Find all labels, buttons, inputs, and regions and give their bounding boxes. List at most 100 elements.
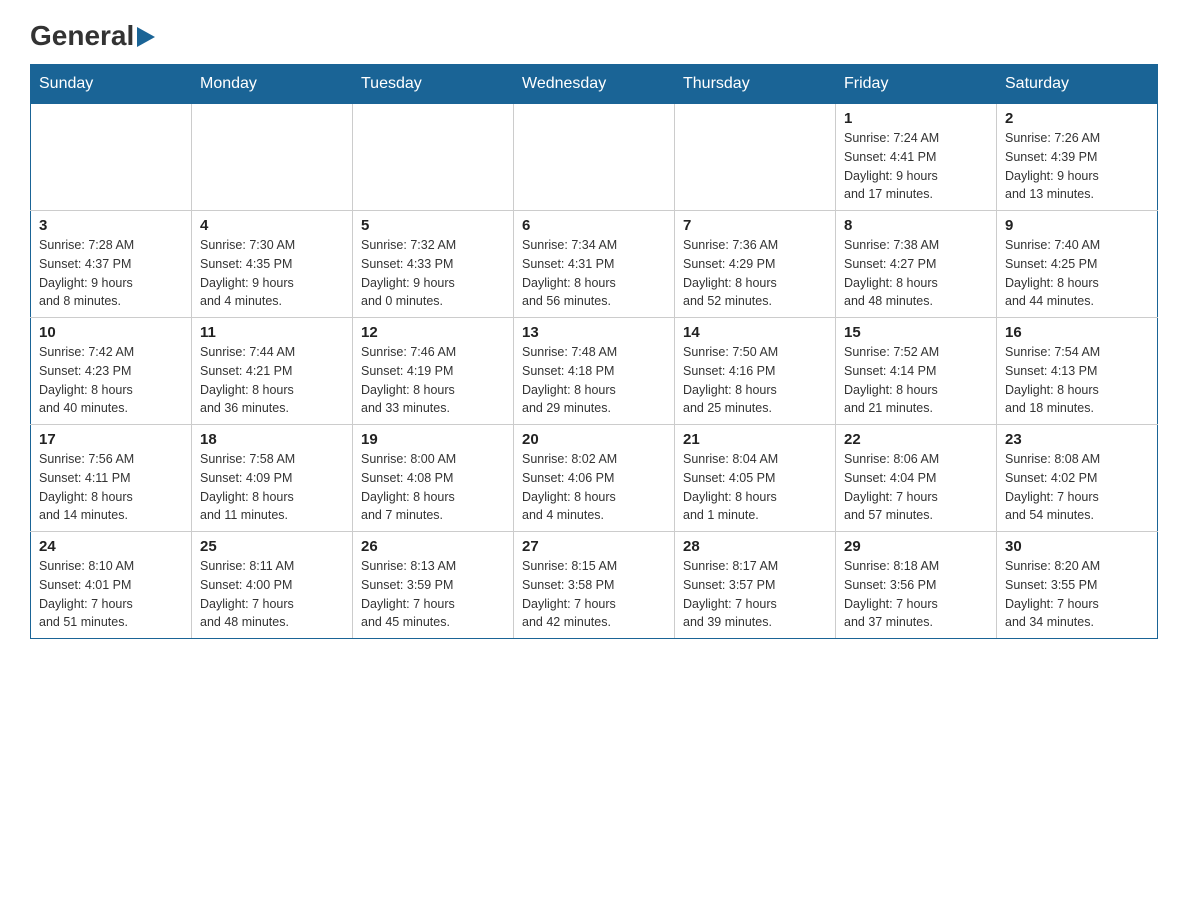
day-number: 15 bbox=[844, 324, 988, 341]
day-number: 25 bbox=[200, 538, 344, 555]
calendar-cell: 22 Sunrise: 8:06 AM Sunset: 4:04 PM Dayli… bbox=[836, 425, 997, 532]
day-info: Sunrise: 8:13 AM Sunset: 3:59 PM Dayligh… bbox=[361, 557, 505, 632]
calendar-cell: 15Sunrise: 7:52 AM Sunset: 4:14 PM Dayli… bbox=[836, 318, 997, 425]
day-number: 21 bbox=[683, 431, 827, 448]
calendar-cell: 19 Sunrise: 8:00 AM Sunset: 4:08 PM Dayli… bbox=[353, 425, 514, 532]
calendar-cell: 13 Sunrise: 7:48 AM Sunset: 4:18 PM Dayli… bbox=[514, 318, 675, 425]
calendar-cell: 10Sunrise: 7:42 AM Sunset: 4:23 PM Dayli… bbox=[31, 318, 192, 425]
day-info: Sunrise: 8:10 AM Sunset: 4:01 PM Dayligh… bbox=[39, 557, 183, 632]
calendar-cell: 24 Sunrise: 8:10 AM Sunset: 4:01 PM Dayli… bbox=[31, 532, 192, 639]
day-info: Sunrise: 7:58 AM Sunset: 4:09 PM Dayligh… bbox=[200, 450, 344, 525]
day-info: Sunrise: 7:50 AM Sunset: 4:16 PM Dayligh… bbox=[683, 343, 827, 418]
calendar-cell: 29 Sunrise: 8:18 AM Sunset: 3:56 PM Dayli… bbox=[836, 532, 997, 639]
calendar-cell bbox=[353, 104, 514, 211]
day-info: Sunrise: 7:48 AM Sunset: 4:18 PM Dayligh… bbox=[522, 343, 666, 418]
calendar-table: SundayMondayTuesdayWednesdayThursdayFrid… bbox=[30, 64, 1158, 639]
calendar-cell: 26 Sunrise: 8:13 AM Sunset: 3:59 PM Dayli… bbox=[353, 532, 514, 639]
day-number: 12 bbox=[361, 324, 505, 341]
calendar-cell: 9 Sunrise: 7:40 AM Sunset: 4:25 PM Daylig… bbox=[997, 211, 1158, 318]
calendar-cell: 1 Sunrise: 7:24 AM Sunset: 4:41 PM Daylig… bbox=[836, 104, 997, 211]
day-number: 23 bbox=[1005, 431, 1149, 448]
day-number: 30 bbox=[1005, 538, 1149, 555]
calendar-day-header: Wednesday bbox=[514, 65, 675, 104]
day-number: 13 bbox=[522, 324, 666, 341]
calendar-cell: 14 Sunrise: 7:50 AM Sunset: 4:16 PM Dayli… bbox=[675, 318, 836, 425]
calendar-week-row: 3 Sunrise: 7:28 AM Sunset: 4:37 PM Daylig… bbox=[31, 211, 1158, 318]
calendar-cell: 23 Sunrise: 8:08 AM Sunset: 4:02 PM Dayli… bbox=[997, 425, 1158, 532]
day-info: Sunrise: 8:06 AM Sunset: 4:04 PM Dayligh… bbox=[844, 450, 988, 525]
day-info: Sunrise: 7:28 AM Sunset: 4:37 PM Dayligh… bbox=[39, 236, 183, 311]
day-info: Sunrise: 8:18 AM Sunset: 3:56 PM Dayligh… bbox=[844, 557, 988, 632]
calendar-day-header: Friday bbox=[836, 65, 997, 104]
day-info: Sunrise: 7:26 AM Sunset: 4:39 PM Dayligh… bbox=[1005, 129, 1149, 204]
day-number: 3 bbox=[39, 217, 183, 234]
calendar-cell: 8 Sunrise: 7:38 AM Sunset: 4:27 PM Daylig… bbox=[836, 211, 997, 318]
calendar-cell: 11Sunrise: 7:44 AM Sunset: 4:21 PM Dayli… bbox=[192, 318, 353, 425]
day-info: Sunrise: 8:11 AM Sunset: 4:00 PM Dayligh… bbox=[200, 557, 344, 632]
day-number: 5 bbox=[361, 217, 505, 234]
calendar-cell: 21 Sunrise: 8:04 AM Sunset: 4:05 PM Dayli… bbox=[675, 425, 836, 532]
day-info: Sunrise: 8:04 AM Sunset: 4:05 PM Dayligh… bbox=[683, 450, 827, 525]
day-number: 17 bbox=[39, 431, 183, 448]
logo-arrow-icon bbox=[137, 27, 159, 47]
day-number: 27 bbox=[522, 538, 666, 555]
calendar-week-row: 1 Sunrise: 7:24 AM Sunset: 4:41 PM Daylig… bbox=[31, 104, 1158, 211]
day-number: 9 bbox=[1005, 217, 1149, 234]
day-number: 10 bbox=[39, 324, 183, 341]
calendar-day-header: Monday bbox=[192, 65, 353, 104]
day-number: 26 bbox=[361, 538, 505, 555]
calendar-week-row: 17Sunrise: 7:56 AM Sunset: 4:11 PM Dayli… bbox=[31, 425, 1158, 532]
page-header: General bbox=[30, 20, 1158, 44]
calendar-cell: 16 Sunrise: 7:54 AM Sunset: 4:13 PM Dayli… bbox=[997, 318, 1158, 425]
day-info: Sunrise: 8:08 AM Sunset: 4:02 PM Dayligh… bbox=[1005, 450, 1149, 525]
day-info: Sunrise: 7:36 AM Sunset: 4:29 PM Dayligh… bbox=[683, 236, 827, 311]
calendar-day-header: Tuesday bbox=[353, 65, 514, 104]
calendar-cell bbox=[31, 104, 192, 211]
calendar-cell: 12 Sunrise: 7:46 AM Sunset: 4:19 PM Dayli… bbox=[353, 318, 514, 425]
day-info: Sunrise: 7:46 AM Sunset: 4:19 PM Dayligh… bbox=[361, 343, 505, 418]
day-number: 8 bbox=[844, 217, 988, 234]
calendar-cell: 27 Sunrise: 8:15 AM Sunset: 3:58 PM Dayli… bbox=[514, 532, 675, 639]
day-number: 20 bbox=[522, 431, 666, 448]
calendar-day-header: Saturday bbox=[997, 65, 1158, 104]
day-number: 1 bbox=[844, 110, 988, 127]
day-number: 18 bbox=[200, 431, 344, 448]
calendar-day-header: Sunday bbox=[31, 65, 192, 104]
day-number: 28 bbox=[683, 538, 827, 555]
calendar-cell: 6Sunrise: 7:34 AM Sunset: 4:31 PM Daylig… bbox=[514, 211, 675, 318]
day-info: Sunrise: 8:20 AM Sunset: 3:55 PM Dayligh… bbox=[1005, 557, 1149, 632]
day-info: Sunrise: 8:15 AM Sunset: 3:58 PM Dayligh… bbox=[522, 557, 666, 632]
day-info: Sunrise: 7:32 AM Sunset: 4:33 PM Dayligh… bbox=[361, 236, 505, 311]
day-info: Sunrise: 8:17 AM Sunset: 3:57 PM Dayligh… bbox=[683, 557, 827, 632]
day-info: Sunrise: 7:54 AM Sunset: 4:13 PM Dayligh… bbox=[1005, 343, 1149, 418]
day-number: 11 bbox=[200, 324, 344, 341]
calendar-cell: 20 Sunrise: 8:02 AM Sunset: 4:06 PM Dayli… bbox=[514, 425, 675, 532]
calendar-cell: 18 Sunrise: 7:58 AM Sunset: 4:09 PM Dayli… bbox=[192, 425, 353, 532]
day-number: 14 bbox=[683, 324, 827, 341]
day-info: Sunrise: 7:38 AM Sunset: 4:27 PM Dayligh… bbox=[844, 236, 988, 311]
calendar-cell bbox=[514, 104, 675, 211]
calendar-cell bbox=[675, 104, 836, 211]
calendar-cell: 28 Sunrise: 8:17 AM Sunset: 3:57 PM Dayli… bbox=[675, 532, 836, 639]
calendar-week-row: 10Sunrise: 7:42 AM Sunset: 4:23 PM Dayli… bbox=[31, 318, 1158, 425]
day-number: 4 bbox=[200, 217, 344, 234]
day-info: Sunrise: 8:00 AM Sunset: 4:08 PM Dayligh… bbox=[361, 450, 505, 525]
day-number: 7 bbox=[683, 217, 827, 234]
day-number: 24 bbox=[39, 538, 183, 555]
day-number: 19 bbox=[361, 431, 505, 448]
day-number: 22 bbox=[844, 431, 988, 448]
day-number: 6 bbox=[522, 217, 666, 234]
logo: General bbox=[30, 20, 159, 44]
day-info: Sunrise: 8:02 AM Sunset: 4:06 PM Dayligh… bbox=[522, 450, 666, 525]
calendar-cell: 5 Sunrise: 7:32 AM Sunset: 4:33 PM Daylig… bbox=[353, 211, 514, 318]
day-number: 16 bbox=[1005, 324, 1149, 341]
calendar-week-row: 24 Sunrise: 8:10 AM Sunset: 4:01 PM Dayli… bbox=[31, 532, 1158, 639]
day-number: 29 bbox=[844, 538, 988, 555]
calendar-cell: 3 Sunrise: 7:28 AM Sunset: 4:37 PM Daylig… bbox=[31, 211, 192, 318]
calendar-cell: 30 Sunrise: 8:20 AM Sunset: 3:55 PM Dayli… bbox=[997, 532, 1158, 639]
day-info: Sunrise: 7:24 AM Sunset: 4:41 PM Dayligh… bbox=[844, 129, 988, 204]
day-number: 2 bbox=[1005, 110, 1149, 127]
calendar-cell: 7 Sunrise: 7:36 AM Sunset: 4:29 PM Daylig… bbox=[675, 211, 836, 318]
day-info: Sunrise: 7:40 AM Sunset: 4:25 PM Dayligh… bbox=[1005, 236, 1149, 311]
calendar-cell: 25 Sunrise: 8:11 AM Sunset: 4:00 PM Dayli… bbox=[192, 532, 353, 639]
